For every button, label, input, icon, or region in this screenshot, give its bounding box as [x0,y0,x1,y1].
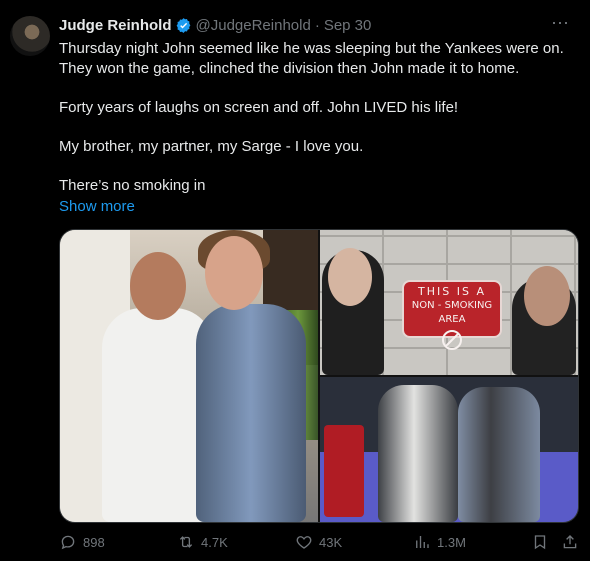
tweet-paragraph: Thursday night John seemed like he was s… [59,40,568,77]
author-handle[interactable]: @JudgeReinhold [196,17,311,34]
heart-icon [296,536,312,549]
view-count: 1.3M [437,534,466,550]
reply-count: 898 [83,534,105,550]
tweet-date[interactable]: Sep 30 [324,17,372,34]
tweet-header: Judge Reinhold @JudgeReinhold · Sep 30 ⋯ [59,14,570,36]
non-smoking-sign: THIS IS A NON - SMOKING AREA [402,280,502,350]
sign-line-2: NON - SMOKING AREA [411,300,493,325]
tweet: Judge Reinhold @JudgeReinhold · Sep 30 ⋯… [0,0,590,561]
share-button[interactable] [561,533,579,551]
sign-line-1: THIS IS A [418,285,486,298]
reply-icon [61,535,75,550]
photo-non-smoking-sign[interactable]: THIS IS A NON - SMOKING AREA [320,230,578,375]
bookmark-button[interactable] [531,533,549,551]
avatar[interactable] [10,16,50,56]
author-name[interactable]: Judge Reinhold [59,17,172,34]
media-grid: THIS IS A NON - SMOKING AREA [59,229,579,523]
views-button[interactable]: 1.3M [413,533,466,551]
repost-count: 4.7K [201,534,228,550]
tweet-paragraph: There’s no smoking in [59,177,206,194]
like-button[interactable]: 43K [295,533,342,551]
no-smoking-icon [442,330,462,350]
reply-button[interactable]: 898 [59,533,105,551]
photo-two-men-backstage[interactable] [320,377,578,522]
like-count: 43K [319,534,343,550]
verified-badge-icon [176,17,190,33]
tweet-paragraph: My brother, my partner, my Sarge - I lov… [59,138,364,155]
repost-button[interactable]: 4.7K [177,533,228,551]
more-horizontal-icon[interactable]: ⋯ [551,14,570,32]
share-icon [563,535,577,549]
bookmark-icon [534,535,546,550]
separator-dot: · [314,16,320,34]
show-more-link[interactable]: Show more [59,198,135,215]
action-bar: 898 4.7K 43K 1.3M [59,531,579,555]
photo-two-men-posing[interactable] [60,230,318,522]
repost-icon [179,536,193,548]
tweet-paragraph: Forty years of laughs on screen and off.… [59,99,459,116]
views-bar-chart-icon [416,536,429,548]
tweet-text: Thursday night John seemed like he was s… [59,39,579,196]
